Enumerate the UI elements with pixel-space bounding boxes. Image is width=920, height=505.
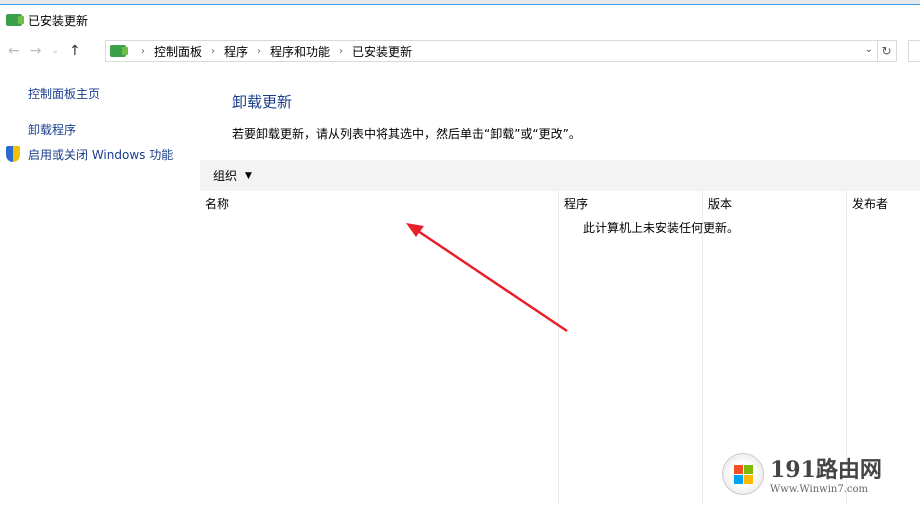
windows-logo-icon [722, 452, 764, 495]
annotation-arrow [406, 223, 568, 333]
watermark-text: 191路由网 [770, 457, 882, 483]
watermark-url: Www.Winwin7.com [770, 484, 868, 495]
watermark-logo: 191路由网 Www.Winwin7.com [722, 452, 882, 495]
